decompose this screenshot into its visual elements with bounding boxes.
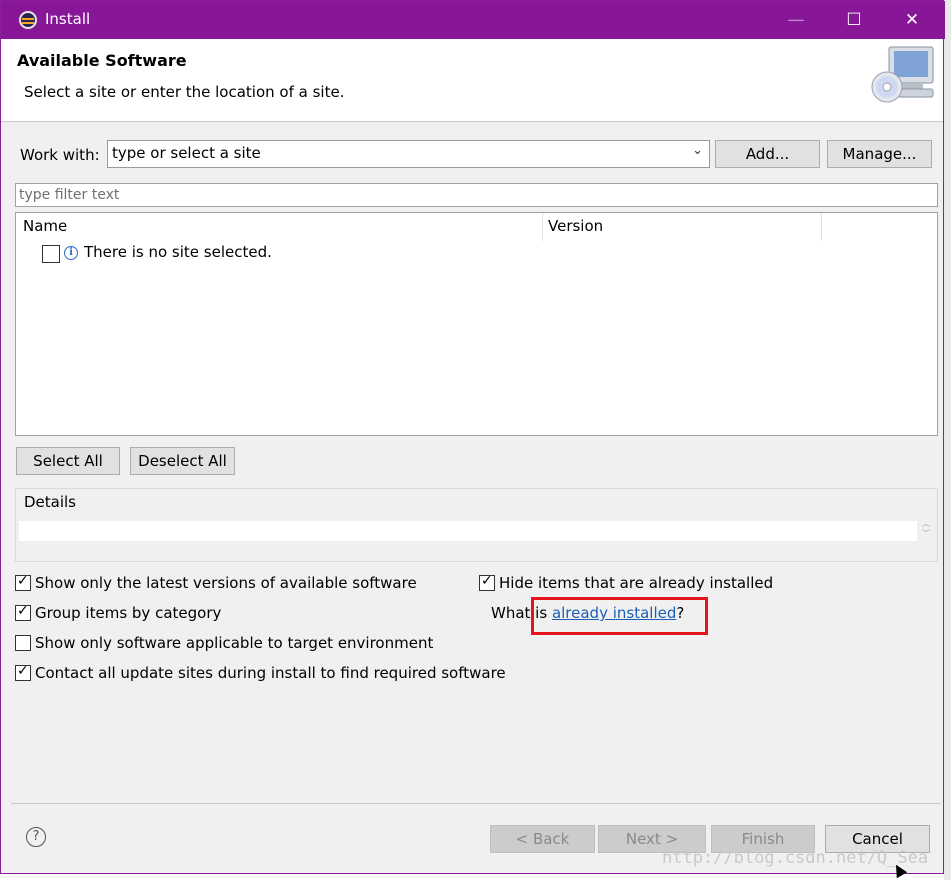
close-button[interactable]: ✕ [883, 1, 941, 39]
column-header-version[interactable]: Version [548, 217, 603, 235]
manage-sites-button[interactable]: Manage... [827, 140, 932, 168]
details-label: Details [24, 493, 77, 511]
contact-sites-checkbox[interactable] [15, 663, 31, 681]
group-by-category-checkbox[interactable] [15, 603, 31, 621]
row-checkbox[interactable] [42, 245, 60, 263]
deselect-all-button[interactable]: Deselect All [130, 447, 235, 475]
hide-installed-label[interactable]: Hide items that are already installed [499, 574, 773, 592]
maximize-button[interactable]: ☐ [825, 1, 883, 39]
footer-divider [11, 803, 941, 804]
filter-input[interactable]: type filter text [15, 183, 938, 207]
info-icon: i [64, 246, 78, 260]
details-scrollbar[interactable]: ︿ ﹀ [918, 519, 934, 543]
add-site-button[interactable]: Add... [715, 140, 820, 168]
column-divider [542, 213, 543, 241]
details-text-area[interactable] [19, 521, 917, 541]
contact-sites-label[interactable]: Contact all update sites during install … [35, 664, 506, 682]
target-environment-label[interactable]: Show only software applicable to target … [35, 634, 433, 652]
chevron-down-icon[interactable]: ⌄ [692, 143, 703, 158]
page-title: Available Software [17, 51, 187, 70]
software-table: Name Version i There is no site selected… [15, 212, 938, 436]
column-header-name[interactable]: Name [23, 217, 67, 235]
select-all-button[interactable]: Select All [16, 447, 120, 475]
work-with-combo[interactable]: type or select a site ⌄ [107, 140, 710, 168]
group-by-category-label[interactable]: Group items by category [35, 604, 221, 622]
watermark-text: http://blog.csdn.net/Q_Sea [662, 848, 929, 868]
wizard-header: Available Software Select a site or ente… [1, 39, 943, 122]
back-button[interactable]: < Back [490, 825, 595, 853]
row-message: There is no site selected. [84, 243, 272, 261]
details-group: Details ︿ ﹀ [15, 488, 938, 562]
title-bar: Install — ☐ ✕ [1, 1, 945, 39]
background-window-edge [944, 0, 951, 880]
table-row[interactable]: i There is no site selected. [40, 243, 640, 265]
target-environment-checkbox[interactable] [15, 635, 31, 651]
red-highlight-box [531, 597, 708, 635]
page-description: Select a site or enter the location of a… [24, 83, 345, 101]
latest-versions-label[interactable]: Show only the latest versions of availab… [35, 574, 417, 592]
window-title: Install [45, 10, 91, 28]
work-with-label: Work with: [20, 146, 100, 164]
minimize-button[interactable]: — [767, 1, 825, 39]
column-divider [821, 213, 822, 241]
work-with-value[interactable]: type or select a site [112, 144, 261, 162]
install-dialog: Install — ☐ ✕ Available Software Select … [0, 0, 945, 874]
help-icon[interactable]: ? [26, 827, 46, 847]
monitor-cd-icon [871, 46, 934, 103]
latest-versions-checkbox[interactable] [15, 573, 31, 591]
hide-installed-checkbox[interactable] [479, 573, 495, 591]
eclipse-icon [19, 11, 37, 29]
